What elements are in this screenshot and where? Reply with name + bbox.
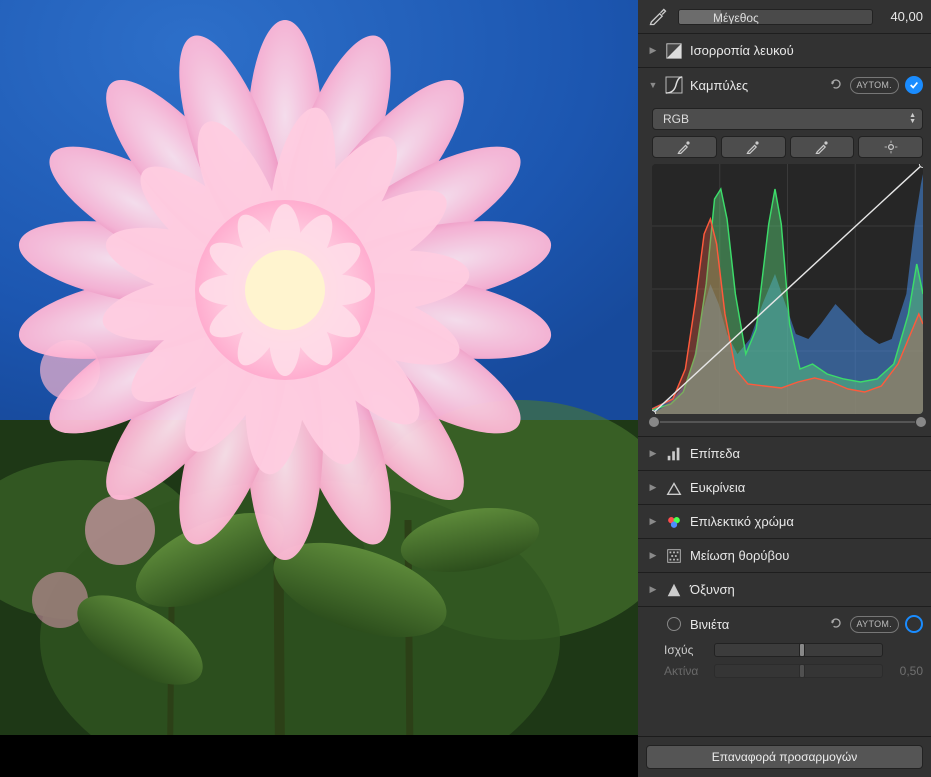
noise-reduction-icon [664,546,684,566]
curves-range-slider[interactable] [652,416,923,428]
curves-enabled-toggle[interactable] [905,76,923,94]
section-curves[interactable]: ▼ Καμπύλες ΑΥΤΟΜ. [638,68,931,102]
vignette-enabled-toggle[interactable] [905,615,923,633]
section-levels[interactable]: ▶ Επίπεδα [638,437,931,471]
white-balance-icon [664,41,684,61]
sharpen-icon [664,580,684,600]
reset-vignette-icon[interactable] [828,615,844,634]
disclosure-arrow-icon[interactable]: ▶ [648,584,658,595]
curves-block: RGB ▲▼ [638,102,931,437]
eyedropper-white-button[interactable] [790,136,855,158]
dropdown-chevrons-icon: ▲▼ [909,113,916,125]
section-white-balance[interactable]: ▶ Ισορροπία λευκού [638,34,931,68]
curves-icon [664,75,684,95]
white-balance-label: Ισορροπία λευκού [690,43,923,58]
brush-size-row: Μέγεθος 40,00 [638,0,931,34]
selective-color-icon [664,512,684,532]
disclosure-arrow-down-icon[interactable]: ▼ [648,80,658,90]
sharpen-label: Όξυνση [690,582,923,597]
eyedropper-gray-button[interactable] [721,136,786,158]
section-selective-color[interactable]: ▶ Επιλεκτικό χρώμα [638,505,931,539]
brush-size-label: Μέγεθος [713,10,759,25]
disclosure-arrow-icon[interactable]: ▶ [648,45,658,56]
noise-reduction-label: Μείωση θορύβου [690,548,923,563]
disclosure-arrow-icon[interactable]: ▶ [648,516,658,527]
adjustments-panel: Μέγεθος 40,00 ▶ Ισορροπία λευκού ▼ Καμπύ… [638,0,931,777]
brush-icon [648,7,668,27]
vignette-auto-button[interactable]: ΑΥΤΟΜ. [850,616,899,633]
disclosure-arrow-icon[interactable]: ▶ [648,482,658,493]
definition-icon [664,478,684,498]
disclosure-arrow-icon[interactable]: ▶ [648,550,658,561]
section-definition[interactable]: ▶ Ευκρίνεια [638,471,931,505]
reset-adjustments-label: Επαναφορά προσαρμογών [712,750,857,764]
vignette-radius-slider[interactable] [714,664,883,678]
section-sharpen[interactable]: ▶ Όξυνση [638,573,931,607]
levels-icon [664,444,684,464]
curves-channel-value: RGB [663,112,689,126]
curves-auto-button[interactable]: ΑΥΤΟΜ. [850,77,899,94]
curves-label: Καμπύλες [690,78,822,93]
add-point-button[interactable] [858,136,923,158]
curves-channel-dropdown[interactable]: RGB ▲▼ [652,108,923,130]
section-noise-reduction[interactable]: ▶ Μείωση θορύβου [638,539,931,573]
reset-adjustments-button[interactable]: Επαναφορά προσαρμογών [646,745,923,769]
section-vignette[interactable]: Βινιέτα ΑΥΤΟΜ. [638,607,931,641]
eyedropper-black-button[interactable] [652,136,717,158]
vignette-icon [664,614,684,634]
vignette-controls: Ισχύς Ακτίνα 0,50 [638,641,931,680]
brush-size-value[interactable]: 40,00 [879,9,923,24]
selective-color-label: Επιλεκτικό χρώμα [690,514,923,529]
disclosure-arrow-icon[interactable]: ▶ [648,448,658,459]
vignette-strength-label: Ισχύς [664,643,714,657]
reset-curves-icon[interactable] [828,76,844,95]
vignette-label: Βινιέτα [690,617,822,632]
brush-size-slider[interactable]: Μέγεθος [678,9,873,25]
definition-label: Ευκρίνεια [690,480,923,495]
levels-label: Επίπεδα [690,446,923,461]
vignette-radius-label: Ακτίνα [664,664,714,678]
vignette-radius-value[interactable]: 0,50 [883,664,923,678]
vignette-radius-row: Ακτίνα 0,50 [664,662,923,680]
vignette-strength-slider[interactable] [714,643,883,657]
vignette-strength-row: Ισχύς [664,641,923,659]
image-canvas[interactable] [0,0,638,777]
curves-histogram[interactable] [652,164,923,414]
panel-footer: Επαναφορά προσαρμογών [638,736,931,777]
